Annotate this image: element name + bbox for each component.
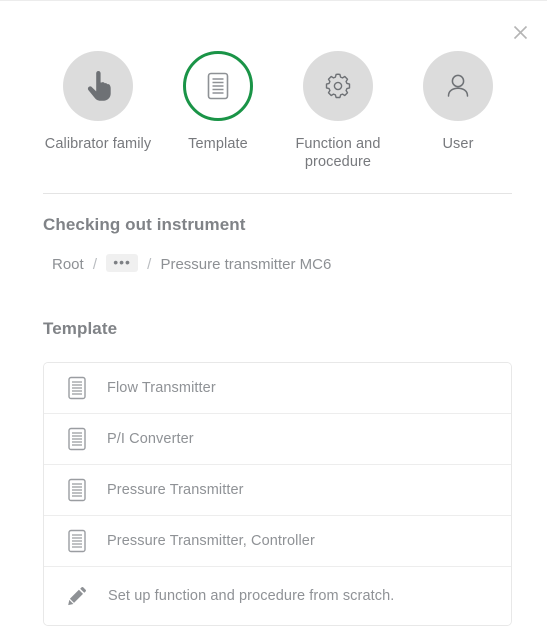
step-user[interactable]: User <box>403 51 513 153</box>
checking-out-instrument-heading: Checking out instrument <box>43 215 246 234</box>
list-item-label: P/I Converter <box>107 431 194 447</box>
document-icon <box>207 72 229 100</box>
pencil-icon <box>62 585 92 607</box>
step-calibrator-family-circle <box>63 51 133 121</box>
breadcrumb-item-current: Pressure transmitter MC6 <box>160 256 332 273</box>
document-icon <box>62 478 92 502</box>
list-item[interactable]: Flow Transmitter <box>44 363 511 414</box>
step-calibrator-family[interactable]: Calibrator family <box>43 51 153 153</box>
step-template-label: Template <box>188 136 248 152</box>
close-button[interactable] <box>505 17 535 47</box>
breadcrumb-item-root[interactable]: Root <box>52 256 84 273</box>
list-item[interactable]: Set up function and procedure from scrat… <box>44 567 511 625</box>
list-item[interactable]: P/I Converter <box>44 414 511 465</box>
checkout-instrument-dialog: Calibrator family Template Function and … <box>0 0 547 635</box>
stepper-divider <box>43 193 512 194</box>
step-template[interactable]: Template <box>163 51 273 153</box>
step-function-and-procedure[interactable]: Function and procedure <box>283 51 393 171</box>
step-calibrator-family-label: Calibrator family <box>44 136 152 152</box>
step-function-and-procedure-label: Function and procedure <box>295 136 381 170</box>
step-user-circle <box>423 51 493 121</box>
gear-icon <box>325 73 351 99</box>
list-item-label: Flow Transmitter <box>107 380 216 396</box>
step-template-circle <box>183 51 253 121</box>
breadcrumb-separator: / <box>147 256 152 273</box>
wizard-stepper: Calibrator family Template Function and … <box>43 51 513 171</box>
user-icon <box>447 74 469 97</box>
template-section-heading: Template <box>43 319 118 338</box>
list-item[interactable]: Pressure Transmitter <box>44 465 511 516</box>
hand-touch-icon <box>87 71 111 101</box>
document-icon <box>62 427 92 451</box>
step-function-and-procedure-circle <box>303 51 373 121</box>
breadcrumb-ellipsis-button[interactable]: ••• <box>106 254 138 272</box>
step-user-label: User <box>442 136 474 152</box>
document-icon <box>62 376 92 400</box>
list-item[interactable]: Pressure Transmitter, Controller <box>44 516 511 567</box>
list-item-label: Set up function and procedure from scrat… <box>108 588 395 604</box>
document-icon <box>62 529 92 553</box>
breadcrumb-separator: / <box>92 256 98 273</box>
list-item-label: Pressure Transmitter <box>107 482 244 498</box>
template-list: Flow Transmitter P/I Converter Pressure … <box>43 362 512 626</box>
breadcrumb: Root / ••• / Pressure transmitter MC6 <box>52 254 472 275</box>
close-icon <box>513 25 527 39</box>
list-item-label: Pressure Transmitter, Controller <box>107 533 315 549</box>
